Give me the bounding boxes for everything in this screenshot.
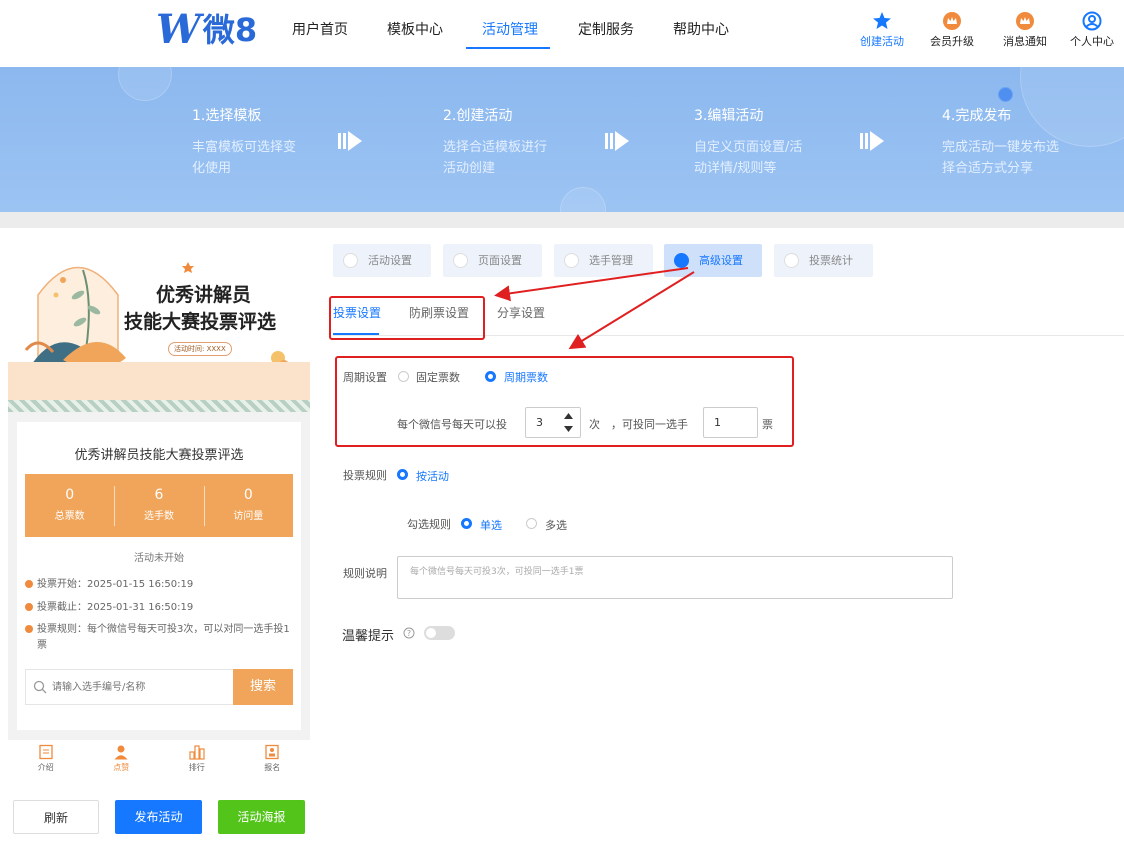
annotation-arrow [494, 267, 689, 302]
annotation-arrows [494, 267, 695, 350]
annotation-arrow [568, 271, 695, 350]
